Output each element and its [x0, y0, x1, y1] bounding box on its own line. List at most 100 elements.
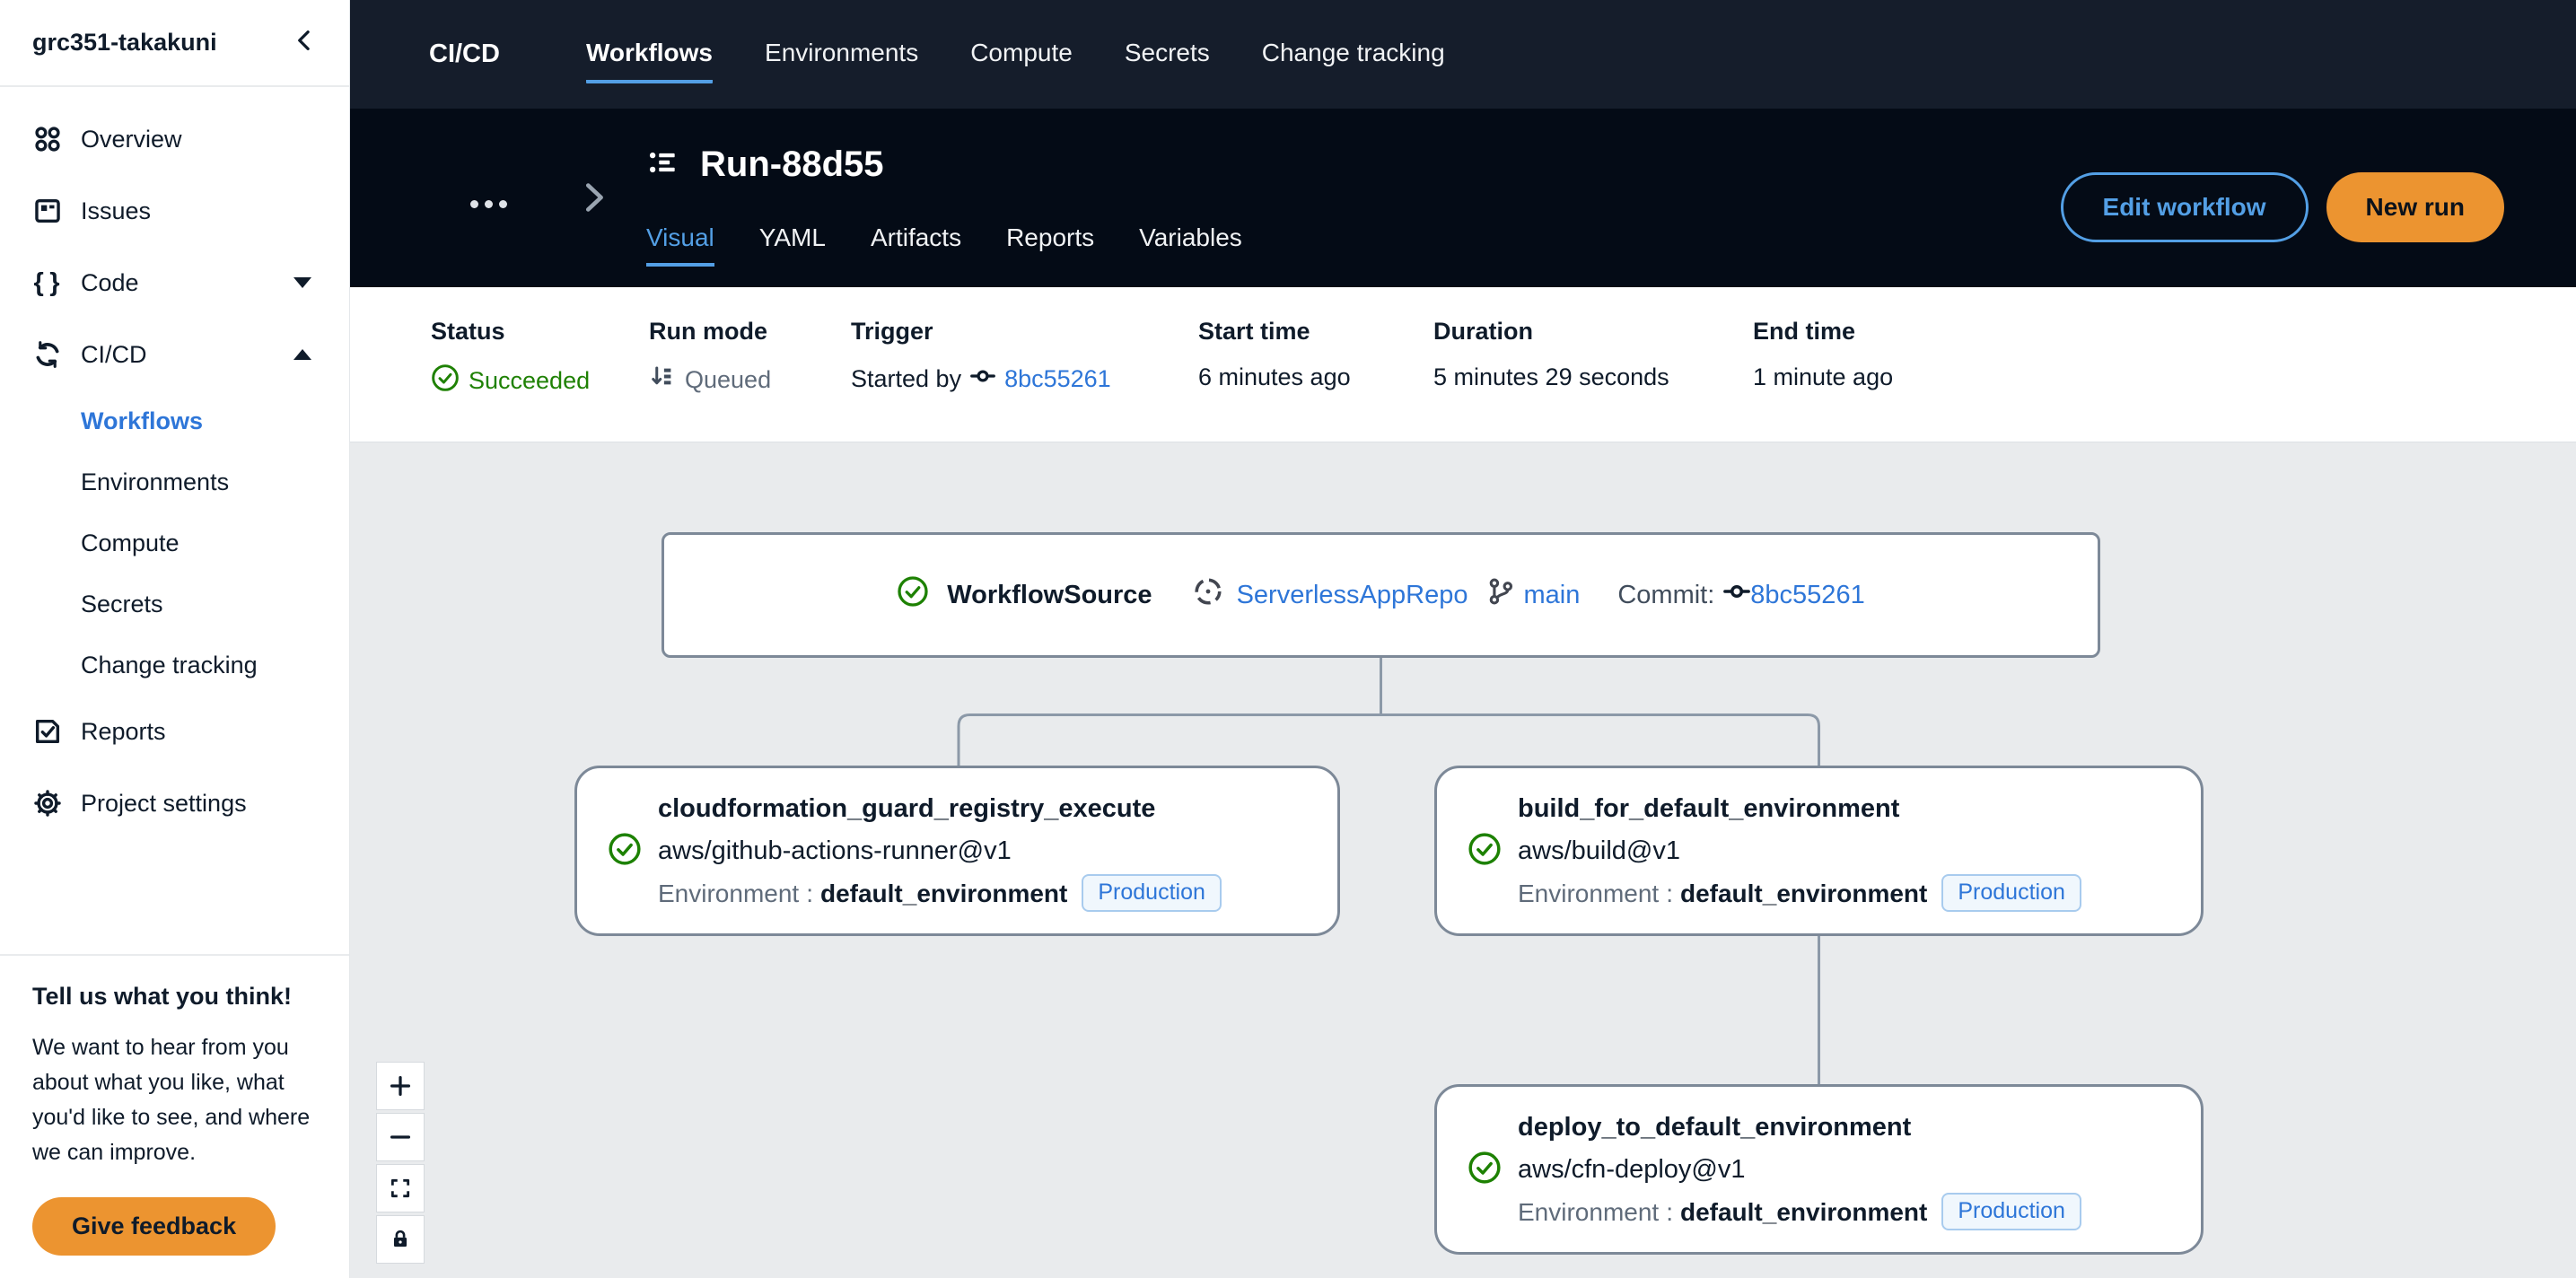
run-status-bar: Status Succeeded Run mode Queued Trigger… — [350, 287, 2576, 442]
workflow-source-node[interactable]: WorkflowSource ServerlessAppRepo main Co… — [662, 532, 2100, 658]
action-title: build_for_default_environment — [1518, 793, 1900, 823]
end-time-value: 1 minute ago — [1753, 363, 1894, 390]
sidebar-item-reports[interactable]: Reports — [0, 696, 349, 767]
project-sidebar: grc351-takakuni Overview Issues { } Code — [0, 0, 350, 1278]
source-node-title: WorkflowSource — [947, 580, 1152, 609]
sidebar-item-compute[interactable]: Compute — [0, 512, 349, 573]
sidebar-item-cicd[interactable]: CI/CD — [0, 319, 349, 390]
environment-label: Environment — [1518, 1197, 1660, 1226]
action-node-deploy[interactable]: deploy_to_default_environment aws/cfn-de… — [1434, 1084, 2204, 1255]
status-column: Status Succeeded — [431, 318, 649, 442]
start-time-label: Start time — [1198, 318, 1310, 345]
more-actions-icon[interactable] — [465, 195, 513, 214]
repository-link[interactable]: ServerlessAppRepo — [1237, 581, 1468, 610]
sidebar-item-label: Code — [81, 268, 139, 296]
sidebar-item-label: Overview — [81, 125, 182, 153]
end-time-column: End time 1 minute ago — [1753, 318, 1893, 442]
tab-yaml[interactable]: YAML — [759, 223, 826, 267]
production-badge: Production — [1941, 1193, 2081, 1230]
status-text: Succeeded — [469, 367, 591, 394]
environment-name: default_environment — [1679, 879, 1928, 907]
commit-link[interactable]: 8bc55261 — [1750, 581, 1864, 610]
production-badge: Production — [1941, 874, 2081, 912]
run-title-row: Run-88d55 — [646, 144, 884, 185]
sidebar-item-code[interactable]: { } Code — [0, 247, 349, 319]
environment-separator: : — [1666, 879, 1673, 907]
chevron-up-icon[interactable] — [294, 349, 311, 360]
sidebar-item-change-tracking[interactable]: Change tracking — [0, 635, 349, 696]
sidebar-item-workflows[interactable]: Workflows — [0, 390, 349, 451]
environment-separator: : — [806, 879, 813, 907]
topnav-tab-workflows[interactable]: Workflows — [585, 39, 714, 83]
tab-reports[interactable]: Reports — [1006, 223, 1094, 267]
sidebar-item-secrets[interactable]: Secrets — [0, 573, 349, 635]
edit-workflow-button[interactable]: Edit workflow — [2060, 172, 2309, 242]
tab-visual[interactable]: Visual — [646, 223, 714, 267]
cicd-sync-icon — [32, 339, 63, 370]
lock-view-button[interactable] — [376, 1215, 425, 1264]
environment-label: Environment — [658, 879, 800, 907]
code-braces-icon: { } — [33, 267, 62, 297]
success-check-icon — [897, 575, 929, 615]
success-check-icon — [1468, 1151, 1502, 1189]
action-identifier: aws/build@v1 — [1518, 836, 1680, 865]
sidebar-item-label: Project settings — [81, 789, 247, 817]
zoom-out-button[interactable] — [376, 1113, 425, 1161]
sidebar-item-label: CI/CD — [81, 340, 147, 368]
trigger-label: Trigger — [851, 318, 933, 345]
gear-icon — [32, 788, 63, 818]
git-branch-icon — [1485, 576, 1516, 614]
trigger-column: Trigger Started by 8bc55261 — [851, 318, 1198, 442]
trigger-commit-link[interactable]: 8bc55261 — [1004, 365, 1111, 393]
topnav-tab-secrets[interactable]: Secrets — [1125, 39, 1210, 83]
action-node-cloudformation-guard[interactable]: cloudformation_guard_registry_execute aw… — [574, 766, 1340, 936]
sidebar-item-label: Environments — [81, 468, 230, 495]
fit-view-button[interactable] — [376, 1164, 425, 1212]
environment-separator: : — [1666, 1197, 1673, 1226]
duration-label: Duration — [1433, 318, 1533, 345]
tab-artifacts[interactable]: Artifacts — [871, 223, 961, 267]
zoom-in-button[interactable] — [376, 1062, 425, 1110]
sidebar-item-label: Issues — [81, 197, 152, 224]
duration-value: 5 minutes 29 seconds — [1433, 363, 1669, 390]
feedback-title: Tell us what you think! — [32, 983, 293, 1010]
workflow-canvas[interactable]: WorkflowSource ServerlessAppRepo main Co… — [350, 442, 2576, 1278]
status-value: Succeeded — [431, 363, 649, 398]
sidebar-item-overview[interactable]: Overview — [0, 103, 349, 175]
topnav-tab-compute[interactable]: Compute — [970, 39, 1073, 83]
end-time-label: End time — [1753, 318, 1856, 345]
action-title: deploy_to_default_environment — [1518, 1112, 1912, 1142]
new-run-button[interactable]: New run — [2326, 172, 2504, 242]
run-title: Run-88d55 — [700, 144, 884, 184]
give-feedback-button[interactable]: Give feedback — [32, 1197, 276, 1256]
run-mode-label: Run mode — [649, 318, 767, 345]
sidebar-header: grc351-takakuni — [0, 0, 349, 87]
branch-link[interactable]: main — [1523, 581, 1580, 610]
commit-label: Commit: — [1617, 580, 1715, 609]
topnav-tab-change-tracking[interactable]: Change tracking — [1262, 39, 1445, 83]
environment-name: default_environment — [819, 879, 1068, 907]
sidebar-item-project-settings[interactable]: Project settings — [0, 767, 349, 839]
action-identifier: aws/cfn-deploy@v1 — [1518, 1154, 1746, 1184]
run-mode-value: Queued — [649, 363, 851, 397]
sidebar-item-environments[interactable]: Environments — [0, 451, 349, 512]
production-badge: Production — [1082, 874, 1222, 912]
top-navigation: CI/CD Workflows Environments Compute Sec… — [350, 0, 2576, 109]
trigger-value: Started by 8bc55261 — [851, 363, 1198, 395]
action-node-build[interactable]: build_for_default_environment aws/build@… — [1434, 766, 2204, 936]
tab-variables[interactable]: Variables — [1139, 223, 1242, 267]
status-label: Status — [431, 318, 505, 345]
reports-icon — [32, 716, 63, 747]
run-mode-column: Run mode Queued — [649, 318, 851, 442]
run-tabs: Visual YAML Artifacts Reports Variables — [646, 223, 1287, 267]
section-title: CI/CD — [429, 39, 500, 68]
sidebar-item-issues[interactable]: Issues — [0, 175, 349, 247]
chevron-right-icon[interactable] — [573, 177, 614, 223]
topnav-tab-environments[interactable]: Environments — [765, 39, 918, 83]
issues-board-icon — [32, 196, 63, 226]
chevron-down-icon[interactable] — [294, 277, 311, 288]
environment-name: default_environment — [1679, 1197, 1928, 1226]
success-check-icon — [608, 832, 642, 871]
sidebar-collapse-icon[interactable] — [292, 27, 319, 58]
duration-column: Duration 5 minutes 29 seconds — [1433, 318, 1753, 442]
